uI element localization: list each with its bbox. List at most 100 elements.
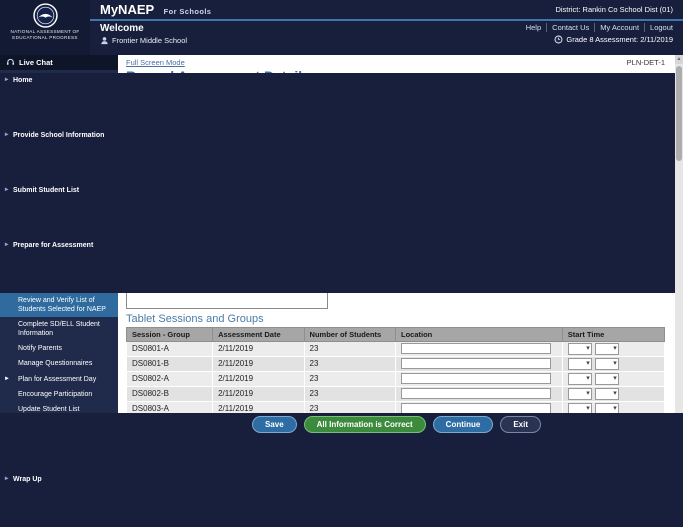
page-code: PLN-DET-1 [627,58,665,67]
start-hour-select[interactable] [568,403,592,413]
continue-button[interactable]: Continue [433,416,494,433]
column-header: Start Time [562,327,664,341]
sidebar-item-label: Update Student List [18,406,80,413]
sidebar-item-label: Review and Verify List of Students Selec… [18,297,106,313]
naep-seal-icon [33,3,58,28]
number-of-students-cell: 23 [304,341,395,356]
sidebar-item[interactable]: Provide School Information [0,128,683,183]
start-minute-select[interactable] [595,343,619,355]
sidebar-item-label: Complete SD/ELL Student Information [18,321,100,337]
assessment-info: Grade 8 Assessment: 2/11/2019 [521,35,673,44]
scrollbar-thumb[interactable] [676,66,682,161]
app-tagline: For Schools [164,7,212,16]
start-hour-select[interactable] [568,388,592,400]
contact-us-link[interactable]: Contact Us [547,23,595,32]
sidebar-item-label: Wrap Up [13,475,42,524]
start-hour-select[interactable] [568,343,592,355]
start-hour-select[interactable] [568,373,592,385]
sidebar-item[interactable]: Manage Questionnaires [0,356,118,371]
table-row: DS0803-A 2/11/2019 23 [127,401,665,413]
start-time-cell [562,341,664,356]
start-time-cell [562,371,664,386]
location-cell [395,386,562,401]
my-account-link[interactable]: My Account [595,23,645,32]
start-minute-select[interactable] [595,403,619,413]
start-minute-select[interactable] [595,358,619,370]
session-group-cell: DS0801-A [127,341,213,356]
column-header: Session - Group [127,327,213,341]
sidebar-item-label: Home [13,76,32,125]
logout-link[interactable]: Logout [645,23,673,32]
sidebar-item[interactable]: Encourage Participation [0,387,118,402]
sidebar-item[interactable]: Plan for Assessment Day [0,372,118,387]
sessions-heading: Tablet Sessions and Groups [126,313,665,325]
title-bar: MyNAEP For Schools District: Rankin Co S… [90,0,683,21]
save-button[interactable]: Save [252,416,297,433]
location-input[interactable] [401,403,551,413]
sidebar-item[interactable]: Complete SD/ELL Student Information [0,317,118,341]
live-chat-label: Live Chat [19,58,53,67]
sidebar-item-label: Provide School Information [13,131,104,180]
sidebar-item-label: Notify Parents [18,345,62,352]
headset-icon [6,58,15,67]
number-of-students-cell: 23 [304,401,395,413]
footer-bar: Save All Information is Correct Continue… [0,413,683,435]
start-minute-select[interactable] [595,388,619,400]
sidebar-nav: Home Provide School Information Submit S… [0,70,118,527]
column-header: Number of Students [304,327,395,341]
sidebar-item[interactable]: Review and Verify List of Students Selec… [0,293,118,317]
sidebar-item-label: Encourage Participation [18,391,92,398]
start-hour-select[interactable] [568,358,592,370]
sidebar-item[interactable]: Wrap Up [0,472,683,527]
school-name: Frontier Middle School [112,36,187,45]
app-name: MyNAEP [100,2,154,17]
sidebar-item[interactable]: Submit Student List [0,183,683,238]
full-screen-mode-link[interactable]: Full Screen Mode [126,58,185,67]
assessment-date-cell: 2/11/2019 [213,401,304,413]
location-cell [395,341,562,356]
number-of-students-cell: 23 [304,356,395,371]
location-input[interactable] [401,373,551,384]
number-of-students-cell: 23 [304,371,395,386]
table-row: DS0802-A 2/11/2019 23 [127,371,665,386]
sidebar-item[interactable]: Notify Parents [0,341,118,356]
scroll-up-arrow[interactable] [675,55,683,64]
exit-button[interactable]: Exit [500,416,541,433]
sessions-table: Session - GroupAssessment DateNumber of … [126,327,665,413]
location-input[interactable] [401,388,551,399]
welcome-label: Welcome [100,23,187,34]
sidebar-item[interactable]: Prepare for Assessment [0,238,683,293]
assessment-date-cell: 2/11/2019 [213,386,304,401]
table-row: DS0801-B 2/11/2019 23 [127,356,665,371]
number-of-students-cell: 23 [304,386,395,401]
sidebar-item-label: Plan for Assessment Day [18,376,96,383]
header-nav: Help Contact Us My Account Logout [521,23,673,32]
sidebar-item-label: Prepare for Assessment [13,241,93,290]
vertical-scrollbar[interactable] [675,55,683,413]
session-group-cell: DS0802-A [127,371,213,386]
start-time-cell [562,356,664,371]
help-link[interactable]: Help [521,23,547,32]
session-group-cell: DS0801-B [127,356,213,371]
column-header: Location [395,327,562,341]
location-cell [395,401,562,413]
location-input[interactable] [401,358,551,369]
all-information-correct-button[interactable]: All Information is Correct [304,416,426,433]
naep-org-text: National Assessment of Educational Progr… [8,29,82,40]
table-header-row: Session - GroupAssessment DateNumber of … [127,327,665,341]
clock-icon [554,35,563,44]
sidebar-item[interactable]: Home [0,73,683,128]
column-header: Assessment Date [213,327,304,341]
assessment-date-cell: 2/11/2019 [213,356,304,371]
start-time-cell [562,386,664,401]
location-cell [395,356,562,371]
welcome-bar: Welcome Frontier Middle School Help Cont… [90,21,683,55]
assessment-date-cell: 2/11/2019 [213,371,304,386]
assessment-date-cell: 2/11/2019 [213,341,304,356]
start-minute-select[interactable] [595,373,619,385]
live-chat-button[interactable]: Live Chat [0,55,118,70]
app-header: National Assessment of Educational Progr… [0,0,683,55]
school-name-row: Frontier Middle School [100,36,187,45]
location-input[interactable] [401,343,551,354]
table-row: DS0801-A 2/11/2019 23 [127,341,665,356]
